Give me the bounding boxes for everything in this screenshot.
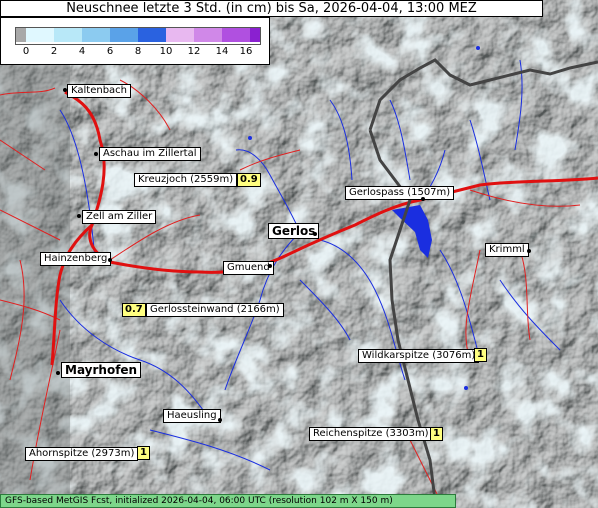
map-title: Neuschnee letzte 3 Std. (in cm) bis Sa, …	[0, 0, 543, 17]
snow-value-kreuzjoch: 0.9	[237, 173, 261, 187]
snow-value-gerlossteinwand: 0.7	[122, 303, 146, 317]
place-label-reichenspitze: Reichenspitze (3303m)	[309, 427, 433, 441]
place-label-gerlossteinwand: Gerlossteinwand (2166m)	[146, 303, 284, 317]
snow-legend: 0 2 4 6 8 10 12 14 16	[0, 17, 270, 65]
legend-tick: 16	[239, 46, 253, 57]
place-marker	[421, 197, 425, 201]
place-marker	[108, 258, 112, 262]
place-marker	[313, 232, 317, 236]
snow-value-wildkarspitze: 1	[474, 348, 487, 362]
legend-swatch-10-12	[166, 28, 194, 42]
legend-swatch-12-14	[194, 28, 222, 42]
place-label-gerlos: Gerlos	[268, 223, 320, 239]
legend-tick: 4	[78, 46, 86, 57]
legend-tick: 14	[215, 46, 229, 57]
place-marker	[56, 371, 60, 375]
place-marker	[94, 152, 98, 156]
place-marker	[77, 214, 81, 218]
place-label-kaltenbach: Kaltenbach	[67, 84, 132, 98]
legend-swatch-2-4	[54, 28, 82, 42]
model-footer: GFS-based MetGIS Fcst, initialized 2026-…	[0, 494, 456, 508]
place-label-aschau: Aschau im Zillertal	[99, 147, 201, 161]
legend-swatch-0-2	[26, 28, 54, 42]
snow-value-ahornspitze: 1	[137, 446, 150, 460]
legend-swatch-14-16	[222, 28, 250, 42]
place-label-gmuend: Gmuend	[223, 261, 274, 275]
place-label-ahornspitze: Ahornspitze (2973m)	[25, 447, 139, 461]
legend-tick: 0	[22, 46, 30, 57]
legend-tick: 12	[187, 46, 201, 57]
place-label-wildkarspitze: Wildkarspitze (3076m)	[358, 349, 480, 363]
legend-swatch-6-8	[110, 28, 138, 42]
place-label-zell: Zell am Ziller	[82, 210, 157, 224]
snow-value-reichenspitze: 1	[430, 427, 443, 441]
legend-swatch-4-6	[82, 28, 110, 42]
place-label-krimml: Krimml	[485, 243, 529, 257]
place-label-kreuzjoch: Kreuzjoch (2559m)	[134, 173, 238, 187]
place-marker	[218, 418, 222, 422]
legend-swatch-8-10	[138, 28, 166, 42]
legend-swatch-gray	[16, 28, 26, 42]
legend-tick: 10	[159, 46, 173, 57]
place-label-haeusling: Haeusling	[163, 409, 221, 423]
place-label-mayrhofen: Mayrhofen	[61, 362, 142, 378]
place-label-hainzenberg: Hainzenberg	[40, 252, 112, 266]
place-marker	[527, 249, 531, 253]
place-marker	[268, 264, 272, 268]
legend-color-bar	[15, 27, 261, 45]
legend-tick: 2	[50, 46, 58, 57]
legend-tick: 8	[134, 46, 142, 57]
legend-tick: 6	[106, 46, 114, 57]
place-label-gerlospass: Gerlospass (1507m)	[345, 186, 455, 200]
legend-swatch-16-plus	[250, 28, 260, 42]
